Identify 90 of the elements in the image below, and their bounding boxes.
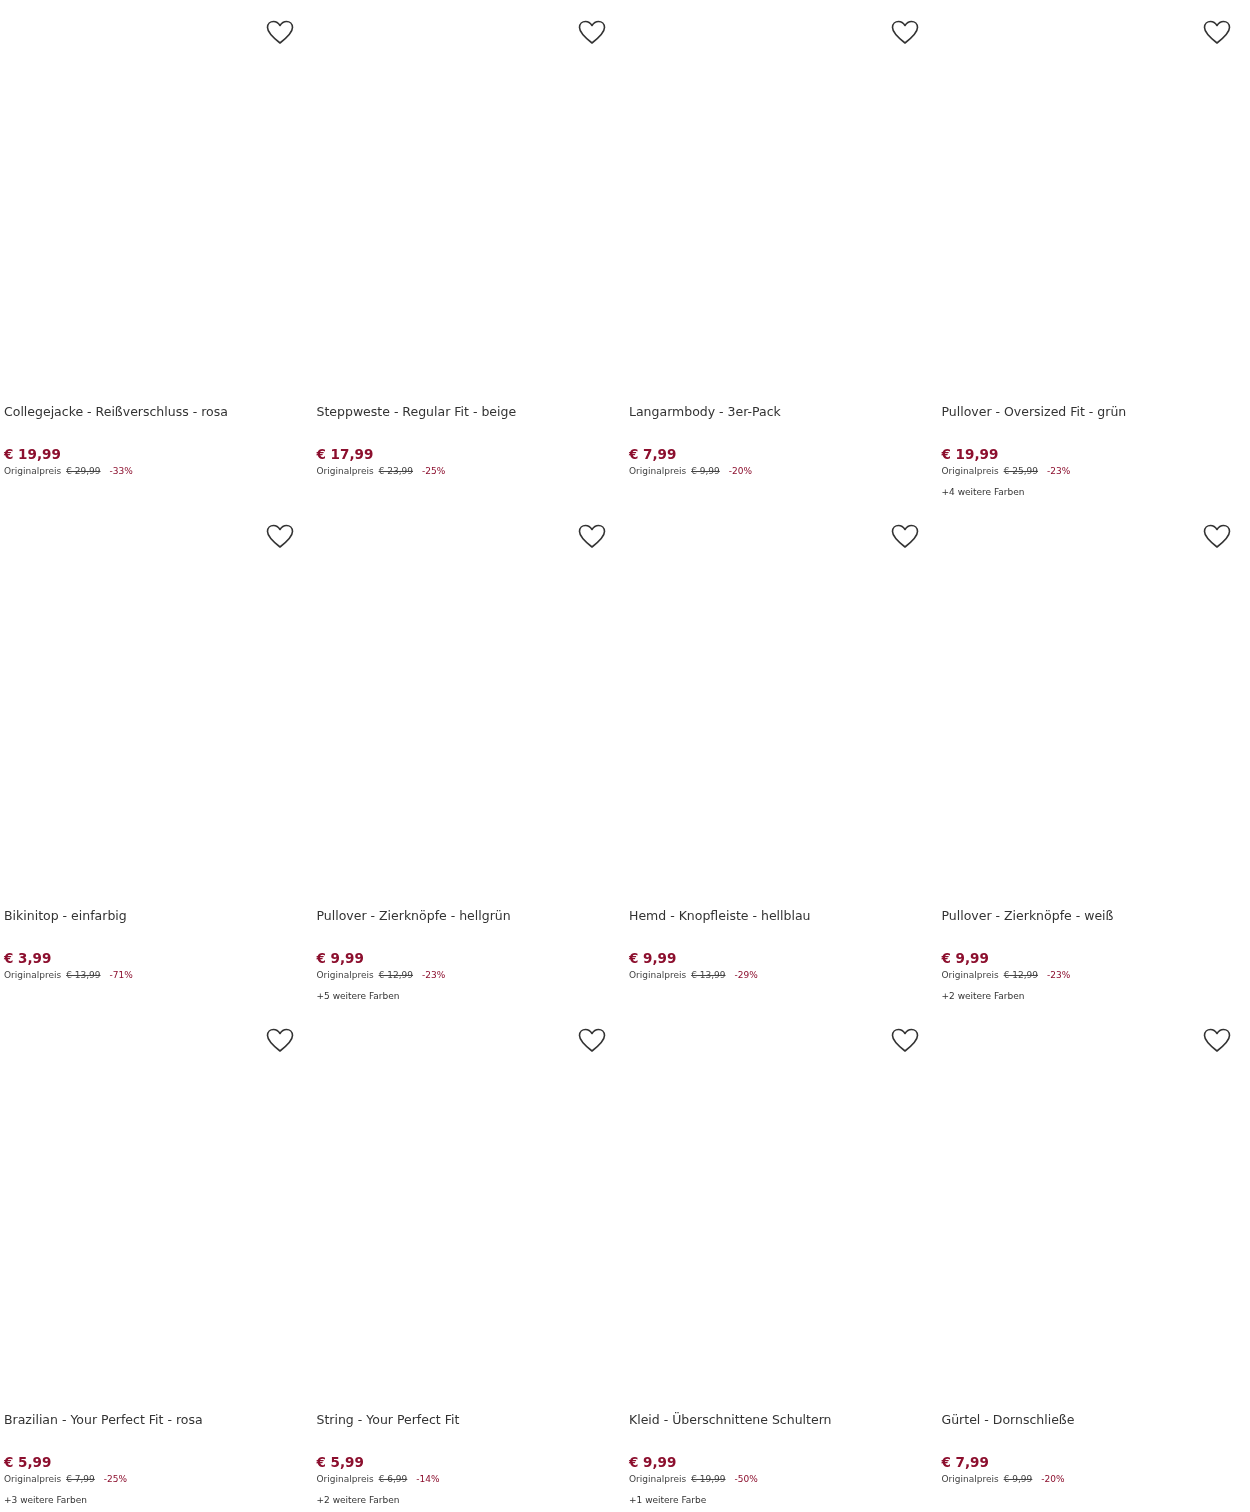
sale-price: € 9,99 bbox=[941, 949, 990, 967]
sale-price: € 5,99 bbox=[4, 1453, 53, 1471]
product-title[interactable]: String - Your Perfect Fit bbox=[316, 1411, 621, 1429]
original-price: € 19,99 bbox=[691, 1473, 726, 1486]
product-title[interactable]: Collegejacke - Reißverschluss - rosa bbox=[4, 403, 309, 421]
product-title[interactable]: Hemd - Knopfleiste - hellblau bbox=[629, 907, 934, 925]
original-price-label: Originalpreis bbox=[629, 969, 687, 982]
original-price: € 12,99 bbox=[378, 969, 414, 982]
sale-price: € 7,99 bbox=[629, 445, 678, 463]
wishlist-button[interactable] bbox=[577, 1026, 607, 1054]
sale-price: € 9,99 bbox=[316, 949, 365, 967]
original-price-label: Originalpreis bbox=[629, 465, 687, 478]
heart-icon bbox=[1203, 19, 1231, 45]
original-price: € 9,99 bbox=[691, 465, 720, 478]
discount: -71% bbox=[109, 969, 133, 982]
wishlist-button[interactable] bbox=[889, 1026, 920, 1054]
wishlist-button[interactable] bbox=[577, 522, 607, 550]
original-price-label: Originalpreis bbox=[4, 1473, 62, 1486]
original-price: € 13,99 bbox=[691, 969, 726, 982]
discount: -25% bbox=[422, 465, 446, 478]
original-price-label: Originalpreis bbox=[941, 1473, 999, 1486]
heart-icon bbox=[265, 1027, 294, 1053]
wishlist-button[interactable] bbox=[889, 522, 920, 550]
discount: -25% bbox=[103, 1473, 128, 1486]
heart-icon bbox=[890, 523, 919, 549]
product-title[interactable]: Kleid - Überschnittene Schultern bbox=[629, 1411, 934, 1429]
sale-price: € 5,99 bbox=[316, 1453, 365, 1471]
original-price-label: Originalpreis bbox=[316, 1473, 374, 1486]
more-colors-link[interactable]: +4 weitere Farben bbox=[941, 485, 1246, 499]
discount: -23% bbox=[1047, 465, 1071, 478]
wishlist-button[interactable] bbox=[577, 18, 607, 46]
original-price-label: Originalpreis bbox=[629, 1473, 687, 1486]
wishlist-button[interactable] bbox=[1202, 18, 1232, 46]
original-price: € 12,99 bbox=[1003, 969, 1039, 982]
original-price: € 23,99 bbox=[378, 465, 414, 478]
discount: -23% bbox=[422, 969, 446, 982]
discount: -14% bbox=[416, 1473, 440, 1486]
original-price: € 29,99 bbox=[66, 465, 101, 478]
product-title[interactable]: Pullover - Zierknöpfe - hellgrün bbox=[316, 907, 621, 925]
sale-price: € 17,99 bbox=[316, 445, 375, 463]
product-title[interactable]: Pullover - Oversized Fit - grün bbox=[941, 403, 1246, 421]
heart-icon bbox=[578, 19, 606, 45]
more-colors-link[interactable]: +5 weitere Farben bbox=[316, 989, 621, 1003]
more-colors-link[interactable]: +2 weitere Farben bbox=[316, 1493, 621, 1507]
original-price-label: Originalpreis bbox=[941, 465, 999, 478]
wishlist-button[interactable] bbox=[1202, 1026, 1232, 1054]
wishlist-button[interactable] bbox=[889, 18, 920, 46]
more-colors-link[interactable]: +3 weitere Farben bbox=[4, 1493, 309, 1507]
original-price-label: Originalpreis bbox=[4, 969, 62, 982]
original-price: € 6,99 bbox=[378, 1473, 408, 1486]
sale-price: € 9,99 bbox=[629, 1453, 678, 1471]
wishlist-button[interactable] bbox=[264, 1026, 295, 1054]
original-price: € 7,99 bbox=[66, 1473, 95, 1486]
heart-icon bbox=[265, 19, 294, 45]
discount: -50% bbox=[734, 1473, 758, 1486]
original-price-label: Originalpreis bbox=[941, 969, 999, 982]
original-price: € 13,99 bbox=[66, 969, 101, 982]
discount: -29% bbox=[734, 969, 758, 982]
heart-icon bbox=[890, 1027, 919, 1053]
discount: -33% bbox=[109, 465, 133, 478]
wishlist-button[interactable] bbox=[1202, 522, 1232, 550]
original-price-label: Originalpreis bbox=[316, 969, 374, 982]
discount: -20% bbox=[728, 465, 753, 478]
heart-icon bbox=[578, 1027, 606, 1053]
wishlist-button[interactable] bbox=[264, 18, 295, 46]
more-colors-link[interactable]: +2 weitere Farben bbox=[941, 989, 1246, 1003]
more-colors-link[interactable]: +1 weitere Farbe bbox=[629, 1493, 934, 1507]
wishlist-button[interactable] bbox=[264, 522, 295, 550]
heart-icon bbox=[1203, 523, 1231, 549]
heart-icon bbox=[265, 523, 294, 549]
product-title[interactable]: Pullover - Zierknöpfe - weiß bbox=[941, 907, 1246, 925]
product-title[interactable]: Bikinitop - einfarbig bbox=[4, 907, 309, 925]
sale-price: € 7,99 bbox=[941, 1453, 990, 1471]
product-title[interactable]: Steppweste - Regular Fit - beige bbox=[316, 403, 621, 421]
product-title[interactable]: Brazilian - Your Perfect Fit - rosa bbox=[4, 1411, 309, 1429]
original-price-label: Originalpreis bbox=[316, 465, 374, 478]
sale-price: € 19,99 bbox=[4, 445, 62, 463]
sale-price: € 19,99 bbox=[941, 445, 1000, 463]
original-price: € 25,99 bbox=[1003, 465, 1039, 478]
original-price: € 9,99 bbox=[1003, 1473, 1033, 1486]
heart-icon bbox=[890, 19, 919, 45]
discount: -20% bbox=[1041, 1473, 1065, 1486]
product-title[interactable]: Gürtel - Dornschließe bbox=[941, 1411, 1246, 1429]
heart-icon bbox=[578, 523, 606, 549]
heart-icon bbox=[1203, 1027, 1231, 1053]
discount: -23% bbox=[1047, 969, 1071, 982]
sale-price: € 3,99 bbox=[4, 949, 53, 967]
original-price-label: Originalpreis bbox=[4, 465, 62, 478]
product-title[interactable]: Langarmbody - 3er-Pack bbox=[629, 403, 934, 421]
sale-price: € 9,99 bbox=[629, 949, 678, 967]
